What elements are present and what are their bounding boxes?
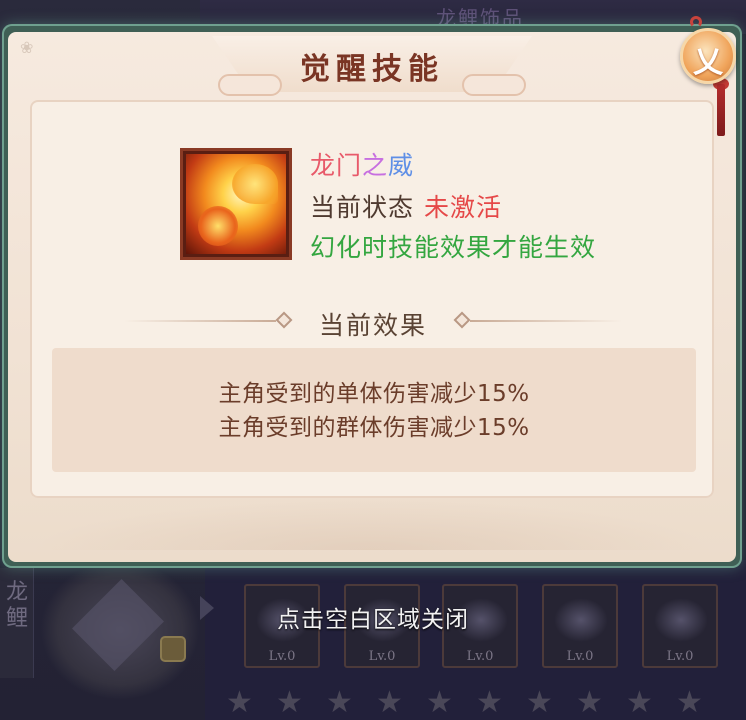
close-button[interactable]: 乂 — [680, 28, 736, 84]
star-icon: ★ — [226, 685, 253, 720]
tassel-icon — [717, 84, 725, 136]
effect-list: 主角受到的单体伤害减少15% 主角受到的群体伤害减少15% — [52, 348, 696, 472]
star-icon: ★ — [676, 685, 703, 720]
skill-status-row: 当前状态 未激活 — [310, 188, 502, 224]
effect-line: 主角受到的群体伤害减少15% — [218, 415, 530, 441]
skill-slot-level: Lv.0 — [368, 649, 396, 664]
skill-name-part: 威 — [388, 151, 415, 180]
status-value: 未激活 — [424, 193, 503, 222]
star-icon: ★ — [576, 685, 603, 720]
star-rating-row: ★ ★ ★ ★ ★ ★ ★ ★ ★ ★ — [226, 688, 746, 720]
skill-name: 龙门之威 — [310, 146, 414, 182]
skill-name-part: 龙门 — [310, 151, 363, 180]
dialog-title: 觉醒技能 — [300, 52, 444, 87]
star-icon: ★ — [526, 685, 553, 720]
star-icon: ★ — [426, 685, 453, 720]
corner-flower-icon: ❀ — [20, 38, 34, 57]
skill-slot-level: Lv.0 — [466, 649, 494, 664]
phoenix-fire-icon — [186, 154, 286, 254]
title-banner: 觉醒技能 — [212, 36, 532, 96]
skill-icon — [180, 148, 292, 260]
tap-blank-to-close-hint[interactable]: 点击空白区域关闭 — [0, 600, 746, 634]
divider-line — [470, 320, 622, 322]
status-label: 当前状态 — [310, 193, 415, 222]
skill-name-part: 之 — [362, 151, 389, 180]
star-icon: ★ — [326, 685, 353, 720]
hanger-hook-icon — [690, 16, 702, 28]
star-icon: ★ — [476, 685, 503, 720]
skill-slot-level: Lv.0 — [566, 649, 594, 664]
skill-slot-level: Lv.0 — [666, 649, 694, 664]
cloud-pattern-decoration — [30, 500, 714, 550]
section-title: 当前效果 — [318, 311, 427, 340]
phoenix-wing-shape — [232, 164, 278, 204]
activation-condition-note: 幻化时技能效果才能生效 — [310, 233, 597, 262]
skill-slot-level: Lv.0 — [268, 649, 296, 664]
star-icon: ★ — [376, 685, 403, 720]
game-screen: 龙鲤饰品 龙鲤 Lv.0 Lv.0 Lv.0 Lv.0 Lv.0 ★ ★ ★ ★ ★ ★ ★… — [0, 0, 746, 720]
flame-shape — [198, 206, 238, 246]
close-icon: 乂 — [693, 45, 723, 80]
effect-line: 主角受到的单体伤害减少15% — [218, 381, 530, 407]
star-icon: ★ — [276, 685, 303, 720]
lock-icon — [160, 636, 186, 662]
star-icon: ★ — [626, 685, 653, 720]
